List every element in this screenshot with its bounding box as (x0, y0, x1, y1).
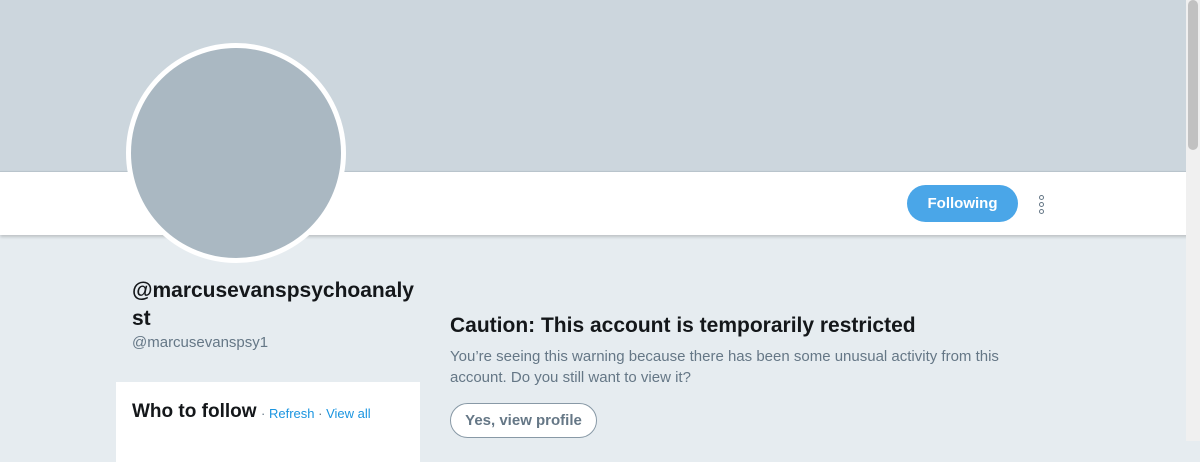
avatar[interactable] (126, 43, 346, 263)
vertical-scrollbar[interactable] (1186, 0, 1200, 441)
profile-handle: @marcusevanspsy1 (132, 334, 269, 351)
view-all-link[interactable]: View all (326, 406, 371, 421)
view-profile-button[interactable]: Yes, view profile (450, 403, 597, 438)
refresh-link[interactable]: Refresh (269, 406, 315, 421)
who-to-follow-card: Who to follow · Refresh · View all (116, 382, 420, 462)
separator: · (261, 406, 266, 421)
who-to-follow-links: · Refresh · View all (261, 406, 371, 421)
following-button[interactable]: Following (907, 185, 1018, 222)
separator: · (318, 406, 323, 421)
caution-message: You’re seeing this warning because there… (450, 348, 999, 386)
more-vertical-icon[interactable] (1030, 192, 1052, 216)
scrollbar-thumb[interactable] (1188, 0, 1198, 150)
who-to-follow-title: Who to follow (132, 401, 257, 422)
profile-screen-name: @marcusevanspsychoanalyst (132, 279, 414, 330)
caution-title: Caution: This account is temporarily res… (450, 314, 916, 337)
